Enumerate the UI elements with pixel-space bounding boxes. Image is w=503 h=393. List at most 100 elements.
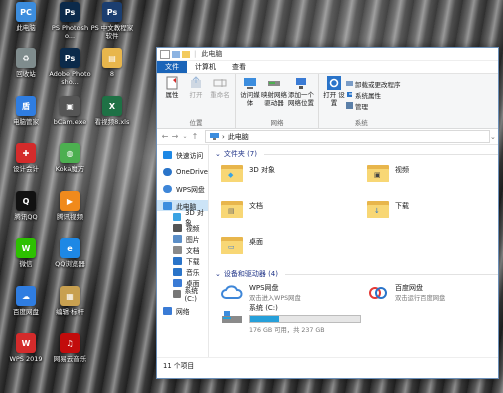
nav-item[interactable]: 网络 (157, 305, 208, 316)
tab-computer[interactable]: 计算机 (187, 61, 224, 73)
folder-label: 3D 对象 (248, 166, 276, 174)
breadcrumb[interactable]: 此电脑 (228, 132, 249, 142)
desktop-icon[interactable]: W WPS 2019 (4, 333, 48, 363)
manage-button[interactable]: 管理 (346, 100, 401, 111)
desktop-icon[interactable]: ▦ 编辑·标杆 (48, 286, 92, 316)
quick-access-icon[interactable] (160, 49, 170, 59)
explorer-body: 快速访问 OneDrive WPS网盘 此电脑 3D 对象 视频 图片 文档 下载 音乐 桌面 系统 … (157, 145, 498, 357)
manage-icon (346, 102, 353, 109)
gear-icon (327, 76, 341, 90)
nav-item[interactable]: 快速访问 (157, 149, 208, 160)
section-divider (284, 273, 498, 275)
nav-item[interactable]: 下载 (157, 255, 208, 266)
computer-icon (163, 201, 172, 210)
tab-file[interactable]: 文件 (157, 61, 187, 73)
tab-view[interactable]: 查看 (224, 61, 254, 73)
back-arrow-icon[interactable]: ← (160, 132, 170, 141)
desktop-icon-label: 百度网盘 (13, 308, 39, 316)
desktop-icon[interactable]: ✚ 设计会计 (4, 143, 48, 173)
desktop-icon[interactable]: Ps PS 中文教程家 软件 (90, 2, 134, 40)
folder-item[interactable]: ▭ 桌面 (215, 231, 361, 267)
cloud-icon (220, 285, 243, 299)
device-baidu-cloud[interactable]: 百度网盘 双击运行百度网盘 (361, 279, 498, 305)
devices-section-header[interactable]: ⌄ 设备和驱动器 (4) (214, 269, 498, 279)
nav-item[interactable]: 图片 (157, 233, 208, 244)
desktop-icon[interactable]: Ps PS Photosho... (48, 2, 92, 40)
desktop-icon-label: 腾讯视频 (57, 213, 83, 221)
properties-button[interactable]: 属性 (160, 76, 184, 118)
device-wps-cloud[interactable]: WPS网盘 双击进入WPS网盘 (215, 279, 361, 305)
desktop-icon (173, 278, 182, 287)
system-properties-button[interactable]: 系统属性 (346, 89, 401, 100)
nav-item[interactable]: 音乐 (157, 266, 208, 277)
desktop-icon-label: PS 中文教程家 软件 (90, 24, 134, 40)
rename-button[interactable]: 重命名 (208, 76, 232, 118)
desktop-icon[interactable]: 盾电脑管家 (4, 96, 48, 126)
desktop-icon[interactable]: X 看视频8.xls (90, 96, 134, 126)
desktop-icon[interactable]: ♻ 回收站 (4, 48, 48, 78)
desktop-icon[interactable]: e QQ浏览器 (48, 238, 92, 268)
folder-emblem-icon: ◆ (227, 171, 234, 179)
folder-item[interactable]: ↓ 下载 (361, 195, 498, 231)
app-icon: PC (16, 2, 36, 22)
desktop-icon[interactable]: ◍ Koka魔方 (48, 143, 92, 173)
desktop-icon-label: PS Photosho... (51, 24, 89, 40)
nav-item[interactable]: WPS网盘 (157, 183, 208, 194)
desktop-icon[interactable]: ▶ 腾讯视频 (48, 191, 92, 221)
desktop-icon[interactable]: ▣ bCam.exe (48, 96, 92, 126)
desktop-icon[interactable]: Q 腾讯QQ (4, 191, 48, 221)
desktop-icon[interactable]: ☁ 百度网盘 (4, 286, 48, 316)
app-icon: e (60, 238, 80, 258)
folder-item[interactable]: ▣ 视频 (361, 159, 498, 195)
file-explorer-window: | 此电脑 文件 计算机 查看 属性 打开 重命名 位置 访问媒体 映射网络 驱… (156, 47, 499, 379)
media-icon (244, 78, 256, 89)
forward-arrow-icon[interactable]: → (170, 132, 180, 141)
desktop-icon-label: 电脑管家 (13, 118, 39, 126)
desktop-icon-label: Adobe Photosho... (49, 70, 91, 86)
app-icon: ♻ (16, 48, 36, 68)
properties-label: 属性 (165, 91, 179, 99)
desktop-icon-label: QQ浏览器 (55, 260, 85, 268)
folder-emblem-icon: ▤ (227, 207, 235, 215)
desktop-icon-label: Koka魔方 (55, 165, 85, 173)
folder-item[interactable]: ▤ 文档 (215, 195, 361, 231)
nav-item-label: 图片 (186, 235, 200, 244)
desktop-icon[interactable]: ▤ 8 (90, 48, 134, 78)
map-drive-button[interactable]: 映射网络 驱动器 (261, 76, 287, 118)
app-icon: Ps (60, 2, 80, 22)
access-media-button[interactable]: 访问媒体 (239, 76, 261, 118)
desktop-icon-label: 回收站 (16, 70, 36, 78)
network-location-icon (296, 78, 306, 89)
desktop-icon[interactable]: PC 此电脑 (4, 2, 48, 32)
nav-item[interactable]: 系统 (C:) (157, 287, 208, 303)
device-description: 双击运行百度网盘 (394, 294, 446, 302)
desktop-icon-label: 设计会计 (13, 165, 39, 173)
chevron-down-icon[interactable]: ⌄ (180, 133, 190, 140)
nav-item[interactable]: OneDrive (157, 166, 208, 177)
app-icon: ▤ (102, 48, 122, 68)
chevron-down-icon: ⌄ (214, 270, 221, 278)
folder-item[interactable]: ◆ 3D 对象 (215, 159, 361, 195)
address-field[interactable]: › 此电脑 (205, 130, 490, 143)
nav-item[interactable]: 3D 对象 (157, 209, 208, 227)
drive-c[interactable]: 系统 (C:) 176 GB 可用，共 237 GB (215, 304, 361, 334)
desktop-icon[interactable]: ♫ 网易云音乐 (48, 333, 92, 363)
properties-icon[interactable] (172, 50, 180, 58)
cloud-icon (163, 184, 172, 193)
up-arrow-icon[interactable]: ↑ (190, 132, 200, 141)
desktop-icon[interactable]: Ps Adobe Photosho... (48, 48, 92, 86)
desktop-icon[interactable]: W 微信 (4, 238, 48, 268)
folders-section-header[interactable]: ⌄ 文件夹 (7) (215, 149, 498, 159)
open-settings-button[interactable]: 打开 设置 (322, 76, 346, 118)
nav-item[interactable]: 文档 (157, 244, 208, 255)
properties-icon (166, 76, 178, 90)
open-button[interactable]: 打开 (184, 76, 208, 118)
new-folder-icon[interactable] (182, 50, 190, 58)
add-network-location-button[interactable]: 添加一个 网络位置 (287, 76, 315, 118)
folder-emblem-icon: ▣ (373, 171, 381, 179)
network-group-label: 网络 (270, 119, 284, 127)
uninstall-program-button[interactable]: 卸载或更改程序 (346, 78, 401, 89)
item-count: 11 个项目 (163, 361, 195, 370)
desktop-icon-label: 看视频8.xls (94, 118, 130, 126)
address-dropdown-icon[interactable]: ⌄ (490, 133, 498, 141)
